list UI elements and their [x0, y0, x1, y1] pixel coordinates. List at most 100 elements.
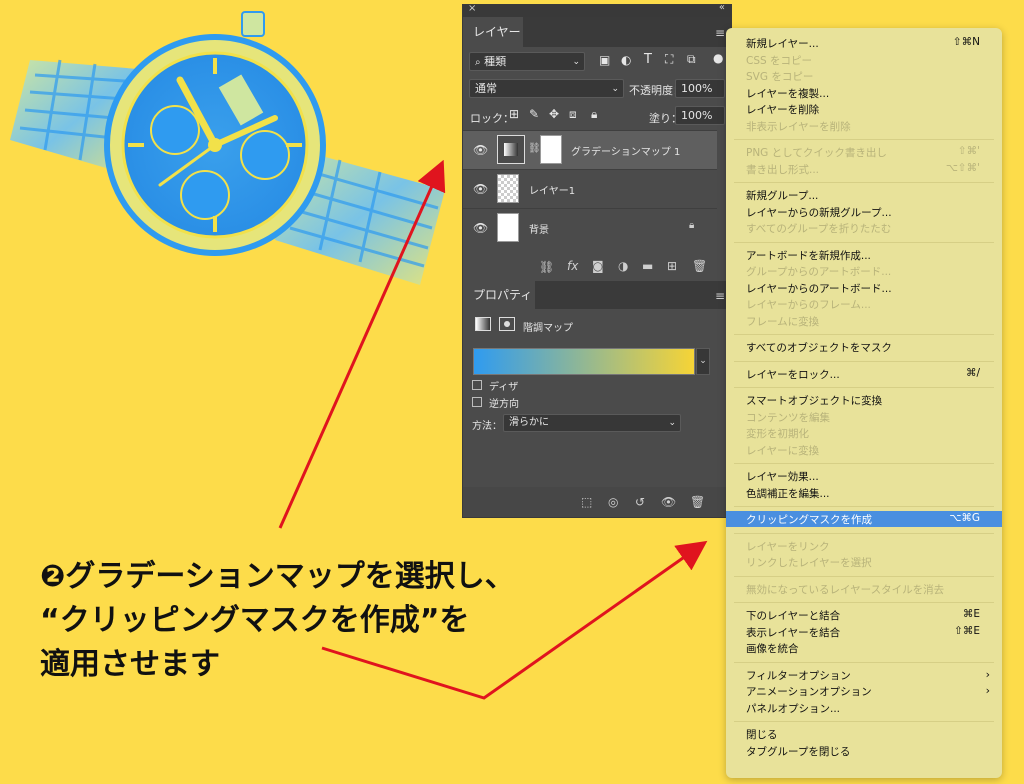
menu-item[interactable]: 新規レイヤー... ⇧⌘N	[726, 36, 1002, 51]
search-icon: ⌕	[475, 57, 481, 68]
properties-tab-row: プロパティ ≡	[463, 281, 731, 309]
layer-filter-select[interactable]: ⌕ 種類 ⌄	[469, 52, 585, 71]
link-layers-icon[interactable]: ⛓	[539, 260, 554, 274]
filter-toggle-icon[interactable]: ●	[713, 51, 723, 65]
collapse-icon[interactable]: «	[719, 2, 725, 13]
reverse-checkbox[interactable]	[472, 397, 482, 407]
menu-item[interactable]: 新規グループ...	[726, 188, 1002, 203]
adjustment-filter-icon[interactable]: ◐	[621, 53, 631, 67]
blend-mode-select[interactable]: 通常 ⌄	[469, 79, 624, 98]
mask-type-icon[interactable]	[499, 317, 515, 331]
fill-input[interactable]: 100%	[675, 106, 725, 125]
eye-icon[interactable]: 👁︎	[473, 221, 488, 235]
layer-row-gradient-map[interactable]: 👁︎ ⛓ グラデーションマップ 1	[463, 130, 717, 169]
menu-item-label: すべてのオブジェクトをマスク	[746, 342, 892, 354]
gradient-preview[interactable]	[473, 348, 695, 375]
close-icon[interactable]: ×	[468, 3, 476, 14]
menu-item-label: 表示レイヤーを結合	[746, 626, 841, 639]
smart-object-filter-icon[interactable]: ⧉	[687, 52, 696, 67]
menu-item[interactable]: レイヤーを複製...	[726, 86, 1002, 101]
menu-item[interactable]: レイヤーを削除	[726, 102, 1002, 117]
view-previous-state-icon[interactable]: ◎	[608, 495, 618, 509]
fx-icon[interactable]: fx	[567, 259, 578, 273]
lock-artboard-icon[interactable]: ⧈	[569, 107, 577, 122]
instruction-line-1: グラデーションマップを選択し、	[65, 559, 515, 594]
eye-icon[interactable]: 👁︎	[473, 143, 488, 157]
opacity-value: 100%	[681, 82, 713, 95]
menu-item[interactable]: クリッピングマスクを作成 ⌥⌘G	[726, 512, 1002, 527]
menu-item-label: コンテンツを編集	[746, 411, 830, 424]
menu-item[interactable]: すべてのオブジェクトをマスク	[726, 340, 1002, 355]
menu-item[interactable]: レイヤーからのアートボード...	[726, 281, 1002, 296]
menu-item-label: レイヤーをロック...	[746, 368, 840, 381]
layer-context-menu: 新規レイヤー... ⇧⌘N CSS をコピー SVG をコピー レイヤーを複製... レイ…	[726, 28, 1002, 778]
reset-icon[interactable]: ↺	[635, 495, 645, 509]
pixel-layer-filter-icon[interactable]: ▣	[599, 53, 610, 67]
menu-item[interactable]: アートボードを新規作成...	[726, 248, 1002, 263]
adjustment-type-icon	[475, 317, 491, 331]
menu-item[interactable]: 表示レイヤーを結合 ⇧⌘E	[726, 625, 1002, 640]
layer-row-layer1[interactable]: 👁︎ レイヤー1	[463, 169, 717, 208]
trash-icon[interactable]: 🗑︎	[692, 259, 707, 273]
menu-item[interactable]: 画像を統合	[726, 641, 1002, 656]
opacity-input[interactable]: 100%	[675, 79, 725, 98]
chevron-down-icon: ⌄	[668, 418, 676, 428]
menu-item-label: 色調補正を編集...	[746, 487, 830, 500]
type-filter-icon[interactable]: T	[644, 52, 652, 67]
chevron-right-icon: ›	[985, 667, 990, 681]
new-group-icon[interactable]: ▬	[642, 259, 653, 273]
menu-item[interactable]: スマートオブジェクトに変換	[726, 393, 1002, 408]
blend-mode-value: 通常	[475, 82, 497, 95]
menu-item: グループからのアートボード...	[726, 264, 1002, 279]
menu-item-shortcut: ⌘/	[965, 366, 980, 379]
menu-separator	[734, 241, 994, 243]
menu-item: レイヤーからのフレーム...	[726, 297, 1002, 312]
menu-item[interactable]: レイヤー効果...	[726, 469, 1002, 484]
menu-item: 無効になっているレイヤースタイルを消去	[726, 582, 1002, 597]
menu-item-label: タブグループを閉じる	[746, 745, 851, 758]
menu-item[interactable]: フィルターオプション ›	[726, 668, 1002, 683]
instruction-line-3: 適用させます	[40, 647, 220, 682]
new-layer-icon[interactable]: ⊞	[667, 259, 677, 273]
tab-layers[interactable]: レイヤー	[463, 17, 523, 47]
lock-all-icon[interactable]: 🔒︎	[591, 107, 597, 122]
clip-to-layer-icon[interactable]: ⬚	[581, 495, 592, 509]
visibility-eye-icon[interactable]: 👁︎	[661, 495, 676, 509]
panel-menu-icon[interactable]: ≡	[715, 26, 725, 40]
lock-position-icon[interactable]: ✥	[549, 107, 559, 121]
eye-icon[interactable]: 👁︎	[473, 182, 488, 196]
add-mask-icon[interactable]: ◙	[592, 259, 604, 273]
watch-image	[10, 11, 445, 285]
method-value: 滑らかに	[509, 417, 549, 428]
chevron-down-icon: ⌄	[611, 84, 619, 94]
menu-item[interactable]: レイヤーからの新規グループ...	[726, 205, 1002, 220]
chevron-right-icon: ›	[985, 684, 990, 697]
menu-item[interactable]: 下のレイヤーと結合 ⌘E	[726, 608, 1002, 623]
method-select[interactable]: 滑らかに ⌄	[503, 414, 681, 432]
menu-item-label: レイヤーを複製...	[746, 87, 830, 100]
trash-icon[interactable]: 🗑︎	[690, 495, 705, 509]
menu-item[interactable]: アニメーションオプション ›	[726, 684, 1002, 699]
menu-item: 変形を初期化	[726, 426, 1002, 441]
layer-row-background[interactable]: 👁︎ 背景 🔒︎	[463, 208, 717, 247]
link-icon[interactable]: ⛓	[528, 143, 541, 154]
shape-filter-icon[interactable]: ⛶	[665, 52, 673, 67]
menu-item[interactable]: タブグループを閉じる	[726, 744, 1002, 759]
adjustment-layer-icon[interactable]: ◑	[618, 259, 628, 273]
menu-item[interactable]: パネルオプション...	[726, 701, 1002, 716]
tab-properties[interactable]: プロパティ	[463, 281, 535, 309]
gradient-dropdown-chevron-icon[interactable]: ⌄	[696, 348, 710, 375]
filter-value: 種類	[484, 55, 507, 68]
menu-item[interactable]: 色調補正を編集...	[726, 486, 1002, 501]
panel-menu-icon[interactable]: ≡	[715, 289, 725, 303]
menu-item-label: 新規レイヤー...	[746, 38, 819, 50]
menu-item[interactable]: レイヤーをロック... ⌘/	[726, 367, 1002, 382]
menu-item[interactable]: 閉じる	[726, 727, 1002, 742]
lock-image-icon[interactable]: ✎	[529, 107, 539, 121]
dither-checkbox[interactable]	[472, 380, 482, 390]
lock-transparent-icon[interactable]: ⊞	[509, 107, 519, 121]
menu-item: フレームに変換	[726, 314, 1002, 329]
menu-item-label: 書き出し形式...	[746, 163, 820, 176]
menu-item-label: レイヤーをリンク	[746, 540, 830, 553]
menu-item-shortcut: ⌥⇧⌘'	[945, 161, 980, 174]
